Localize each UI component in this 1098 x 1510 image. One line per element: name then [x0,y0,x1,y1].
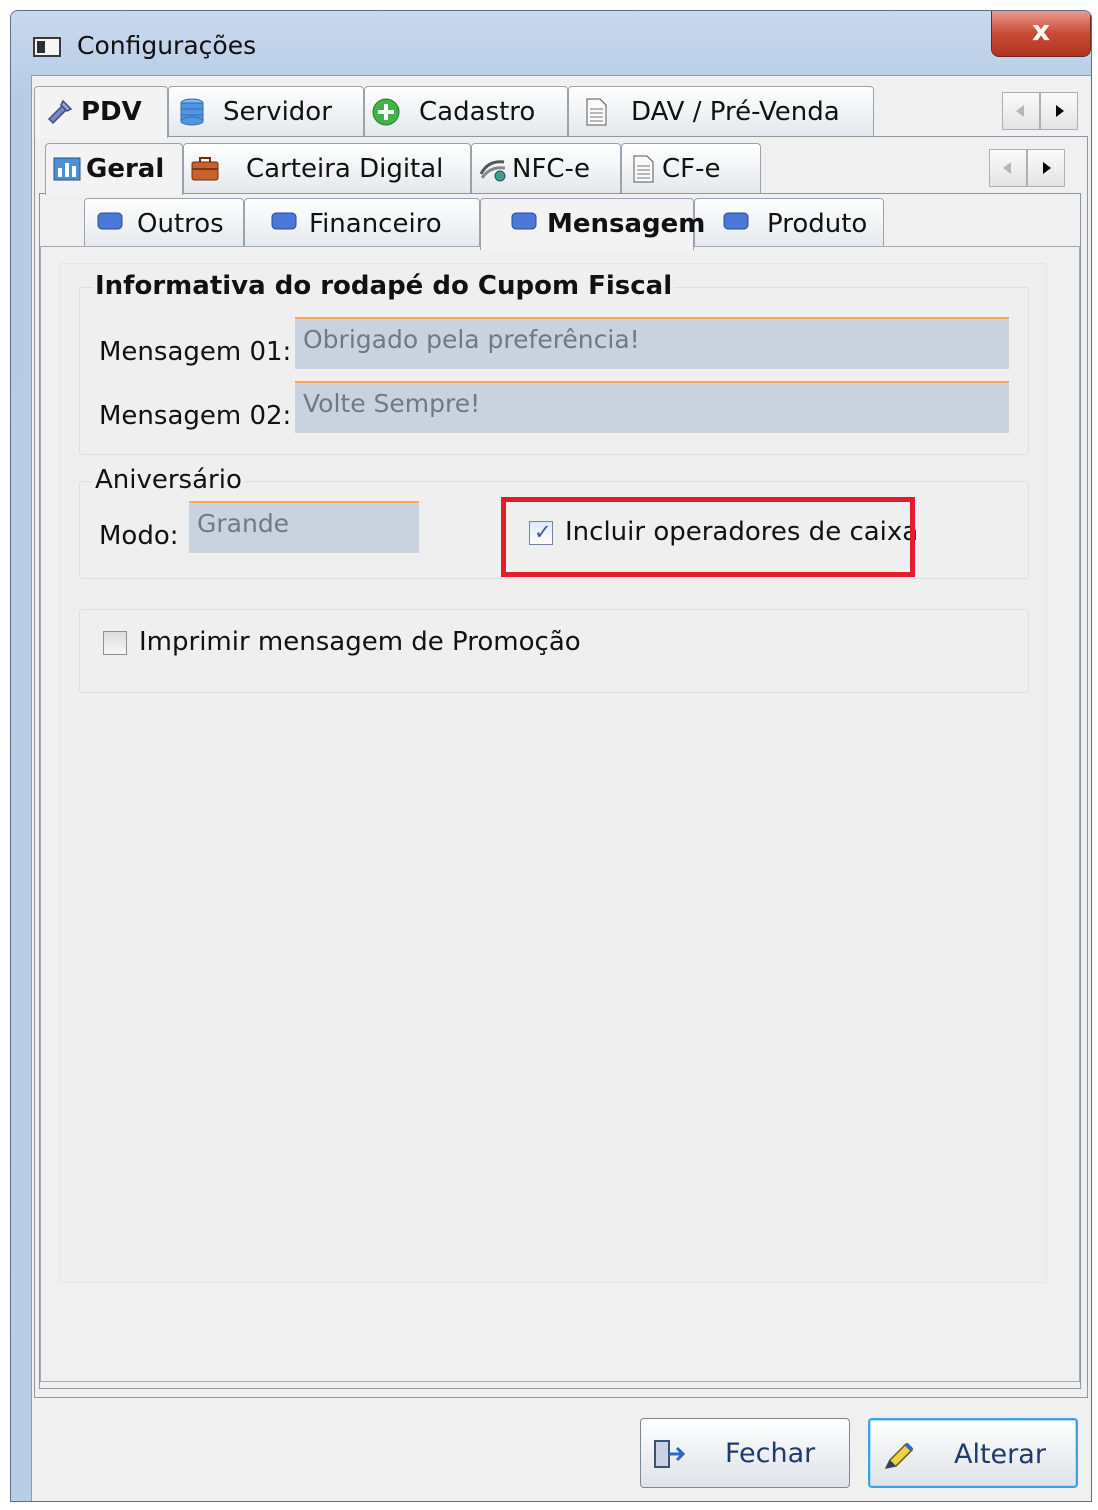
tab-servidor[interactable]: Servidor [168,86,364,136]
tab-dav-pre-venda[interactable]: DAV / Pré-Venda [568,86,874,136]
window-icon [33,37,61,57]
tabs-level1: PDV Servidor Cadastro DAV / Pré-Venda [32,86,1091,138]
window-title: Configurações [77,31,257,60]
pdv-tab-sheet: Geral Carteira Digital NFC-e CF-e Outros… [34,136,1088,1398]
message1-input[interactable]: Obrigado pela preferência! [295,317,1009,369]
tab-produto[interactable]: Produto [694,198,884,248]
tab-cadastro[interactable]: Cadastro [364,86,568,136]
blue-rect-icon [97,212,123,230]
tab-nfc-e[interactable]: NFC-e [471,143,621,193]
mode-select[interactable]: Grande [189,501,419,553]
tab-label: NFC-e [512,154,590,184]
print-promotion-label[interactable]: Imprimir mensagem de Promoção [139,627,581,657]
footer-group-title: Informativa do rodapé do Cupom Fiscal [93,271,675,301]
document-icon [586,98,607,126]
scroll-right-button[interactable] [1040,92,1078,130]
coins-icon [479,160,506,182]
title-bar[interactable]: Configurações x [11,11,1091,75]
tab-label: Financeiro [309,209,442,239]
tab-cf-e[interactable]: CF-e [621,143,761,193]
document-icon [633,155,654,183]
message1-label: Mensagem 01: [99,337,292,367]
tab-label: Outros [137,209,224,239]
tab-label: CF-e [662,154,721,184]
pen-edit-icon [884,1442,914,1470]
tab-label: PDV [81,97,142,127]
close-button[interactable]: Fechar [640,1418,850,1488]
birthday-group-title: Aniversário [93,465,244,495]
tabs-level2-scroller [989,149,1069,187]
tab-pdv[interactable]: PDV [34,86,168,138]
tab-label: Servidor [223,97,332,127]
database-icon [180,98,204,126]
tab-financeiro[interactable]: Financeiro [244,198,480,248]
close-window-button[interactable]: x [991,11,1091,57]
blue-rect-icon [271,212,297,230]
highlight-box [501,497,915,577]
mode-label: Modo: [99,521,179,551]
configuracoes-window: Configurações x PDV Servidor Cadastro DA… [10,10,1092,1502]
print-promotion-checkbox[interactable] [103,631,127,655]
window-client-area: PDV Servidor Cadastro DAV / Pré-Venda Ge… [31,75,1091,1501]
tab-label: DAV / Pré-Venda [631,97,840,127]
tab-label: Produto [767,209,868,239]
plus-circle-icon [372,98,400,126]
tab-outros[interactable]: Outros [84,198,244,248]
scroll-left-button[interactable] [989,149,1027,187]
tabs-level1-scroller [1002,92,1082,130]
tab-carteira-digital[interactable]: Carteira Digital [183,143,471,193]
tools-icon [47,99,73,125]
tabs-level3: Outros Financeiro Mensagem Produto [84,198,984,250]
message2-label: Mensagem 02: [99,401,292,431]
change-button[interactable]: Alterar [868,1418,1078,1488]
chart-icon [53,157,81,181]
tab-label: Mensagem [547,209,706,239]
blue-rect-icon [511,212,537,230]
blue-rect-icon [723,212,749,230]
tab-label: Carteira Digital [246,154,444,184]
change-button-label: Alterar [954,1439,1046,1470]
scroll-left-button[interactable] [1002,92,1040,130]
tab-mensagem[interactable]: Mensagem [480,198,705,250]
scroll-right-button[interactable] [1027,149,1065,187]
close-icon: x [1031,14,1051,47]
tab-label: Cadastro [419,97,536,127]
message2-input[interactable]: Volte Sempre! [295,381,1009,433]
briefcase-icon [191,157,219,181]
exit-door-icon [654,1440,686,1468]
geral-tab-sheet: Outros Financeiro Mensagem Produto Infor… [39,193,1081,1389]
close-button-label: Fechar [725,1438,816,1469]
mensagem-tab-sheet: Informativa do rodapé do Cupom Fiscal Me… [40,246,1080,1382]
tabs-level2: Geral Carteira Digital NFC-e CF-e [45,143,1085,195]
tab-geral[interactable]: Geral [45,143,183,195]
tab-label: Geral [86,154,165,184]
